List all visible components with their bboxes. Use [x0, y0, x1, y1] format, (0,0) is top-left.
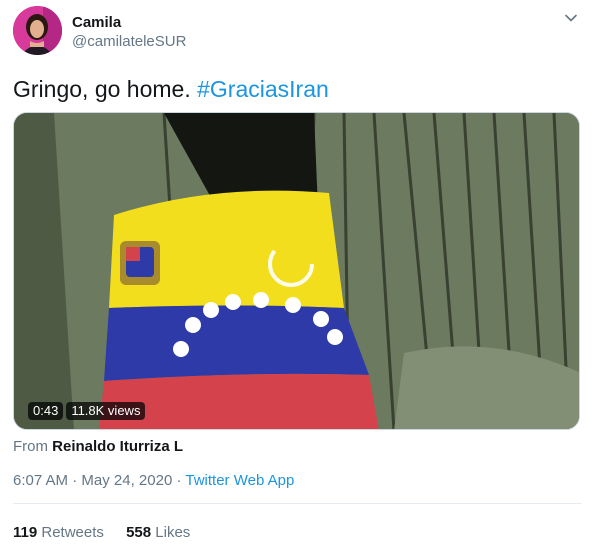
hashtag-link[interactable]: #GraciasIran: [197, 76, 329, 102]
divider: [13, 503, 582, 504]
meta-separator: ·: [72, 472, 78, 489]
attribution-source[interactable]: Reinaldo Iturriza L: [52, 438, 183, 455]
video-duration: 0:43: [28, 402, 64, 420]
tweet-time[interactable]: 6:07 AM: [13, 472, 68, 489]
retweets-stat[interactable]: 119 Retweets: [13, 524, 108, 541]
author-name[interactable]: Camila: [72, 14, 121, 31]
tweet-meta: 6:07 AM · May 24, 2020 · Twitter Web App: [13, 472, 294, 489]
tweet-text: Gringo, go home. #GraciasIran: [13, 75, 329, 103]
likes-label: Likes: [155, 524, 191, 541]
video-frame: [14, 113, 579, 429]
video-player[interactable]: 0:43 11.8K views: [13, 112, 580, 430]
retweets-count: 119: [13, 524, 38, 541]
tweet-header: Camila @camilateleSUR: [13, 6, 583, 56]
tweet-stats: 119 Retweets 558 Likes: [13, 524, 208, 541]
likes-stat[interactable]: 558 Likes: [126, 524, 190, 541]
retweets-label: Retweets: [41, 524, 104, 541]
tweet-date[interactable]: May 24, 2020: [81, 472, 172, 489]
chevron-down-icon[interactable]: [563, 10, 579, 26]
tweet-body: Gringo, go home.: [13, 76, 191, 102]
avatar[interactable]: [13, 6, 62, 55]
tweet-source-app[interactable]: Twitter Web App: [185, 472, 294, 489]
video-overlay: 0:43 11.8K views: [28, 402, 146, 420]
likes-count: 558: [126, 524, 152, 541]
author-handle[interactable]: @camilateleSUR: [72, 33, 186, 50]
attribution-prefix: From: [13, 438, 48, 455]
meta-separator: ·: [176, 472, 182, 489]
video-views: 11.8K views: [66, 402, 146, 420]
video-attribution: From Reinaldo Iturriza L: [13, 438, 183, 455]
